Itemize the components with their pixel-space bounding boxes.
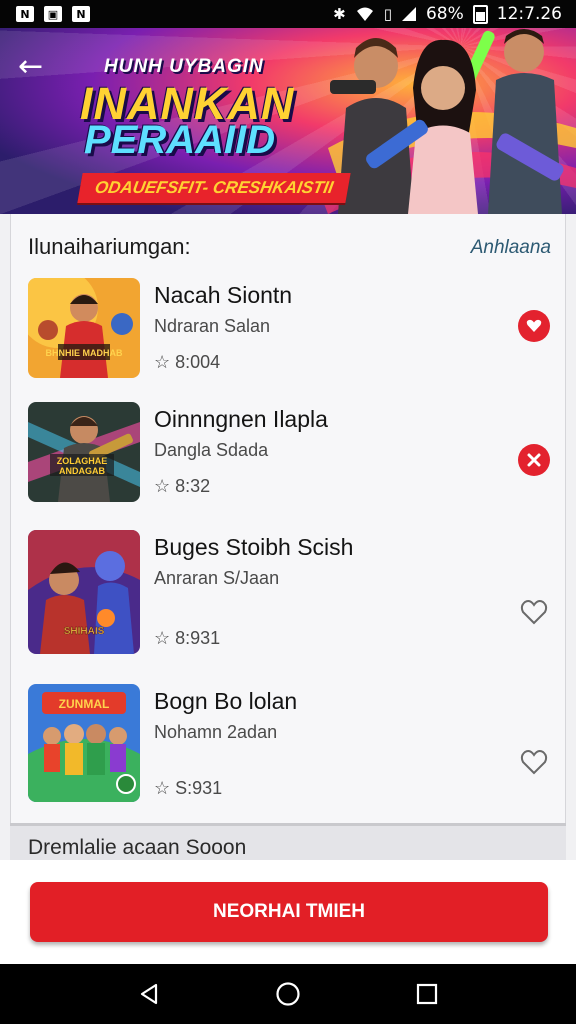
svg-text:ZOLAGHAE: ZOLAGHAE [57,456,108,466]
game-author: Nohamn 2adan [154,722,278,742]
arrow-left-icon: ← [18,49,44,84]
nav-home-button[interactable] [268,974,308,1014]
back-button[interactable]: ← [18,52,52,86]
game-name: Nacah Siontn [154,282,293,308]
n-notification-icon: N [16,6,34,22]
bookmark-button[interactable] [518,596,550,628]
remove-button[interactable] [518,444,550,476]
system-status: ✱ ▯ 68% 12:7.26 [333,4,562,24]
square-recents-icon [416,983,437,1005]
game-thumbnail: ZOLAGHAE ANDAGAB [28,402,140,502]
banner-subtitle: PERAAIID [84,118,276,162]
game-list-item[interactable]: ZUNMAL Bogn Bo lolan Nohamn 2adan ☆ S:93… [28,684,552,802]
nav-back-button[interactable] [129,974,169,1014]
svg-text:SHIHAIS: SHIHAIS [64,626,105,637]
section-title: Ilunaihariumgan: [28,234,191,259]
game-list-item[interactable]: ZOLAGHAE ANDAGAB Oinnngnen Ilapla Dangla… [28,402,552,512]
game-list-item[interactable]: BHNHIE MADHAB Nacah Siontn Ndraran Salan… [28,278,552,388]
game-author: Ndraran Salan [154,316,271,336]
close-icon [527,453,541,467]
outline-heart-icon [520,600,548,625]
game-stat: ☆ 8:004 [154,352,221,372]
see-all-link[interactable]: Anhlaana [471,237,551,259]
outline-heart-icon [520,750,548,775]
game-list-item[interactable]: SHIHAIS Buges Stoibh Scish Anraran S/Jaa… [28,530,552,654]
game-author: Anraran S/Jaan [154,568,280,588]
game-stat: ☆ 8:32 [154,476,211,496]
battery-icon [472,4,488,24]
clock: 12:7.26 [496,4,562,24]
bluetooth-icon: ✱ [333,5,346,23]
nav-recents-button[interactable] [407,974,447,1014]
battery-percent: 68% [425,4,464,24]
triangle-back-icon [141,983,158,1005]
game-name: Bogn Bo lolan [154,688,298,714]
game-name: Buges Stoibh Scish [154,534,354,560]
game-thumbnail: ZUNMAL [28,684,140,802]
system-nav-bar [0,964,576,1024]
game-author: Dangla Sdada [154,440,269,460]
favorite-button[interactable] [518,310,550,342]
game-stat: ☆ 8:931 [154,628,221,648]
image-notification-icon: ▣ [44,6,62,22]
notice-text: Dremlalie acaan Sooon [28,836,247,859]
wifi-icon [356,7,373,21]
banner-kicker: HUNH UYBAGIN [104,56,264,77]
vibrate-icon: ▯ [383,5,392,23]
svg-text:BHNHIE MADHAB: BHNHIE MADHAB [46,348,123,358]
primary-action-button[interactable]: NEORHAI TMIEH [30,882,548,942]
signal-icon [401,7,416,21]
status-bar: N ▣ N ✱ ▯ 68% 12:7.26 [0,0,576,28]
hero-banner: ← HUNH UYBAGIN INANKAN PERAAIID ODAUEFSF… [0,28,576,214]
game-thumbnail: SHIHAIS [28,530,140,654]
notification-icons: N ▣ N [16,6,90,22]
svg-text:ZUNMAL: ZUNMAL [59,697,110,711]
heart-icon [526,319,542,332]
bookmark-button[interactable] [518,746,550,778]
game-thumbnail: BHNHIE MADHAB [28,278,140,378]
banner-ribbon: ODAUEFSFIT- CRESHKAISTII [77,173,351,203]
circle-home-icon [276,982,300,1006]
n-notification-icon: N [72,6,90,22]
svg-text:ANDAGAB: ANDAGAB [59,466,105,476]
game-name: Oinnngnen Ilapla [154,406,328,432]
game-stat: ☆ S:931 [154,778,223,798]
banner-characters-image [318,29,576,214]
